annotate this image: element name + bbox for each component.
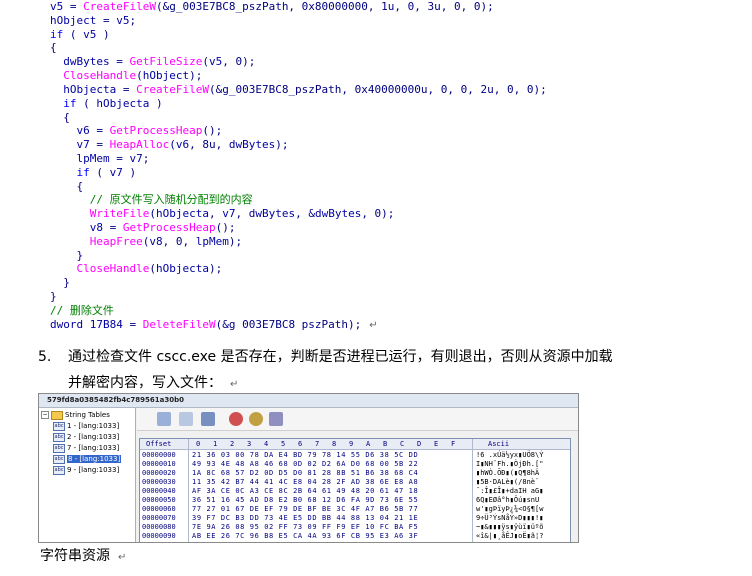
code-line: if ( hObjecta ) [63, 96, 163, 110]
step-paragraph: 5. 通过检查文件 cscc.exe 是否存在，判断是否进程已运行，有则退出，否则… [38, 344, 718, 398]
col-header: 4 [264, 440, 269, 448]
col-header: 6 [298, 440, 303, 448]
col-header: C [400, 440, 405, 448]
tree-root-string-tables[interactable]: − String Tables [41, 410, 110, 420]
col-header: 9 [349, 440, 354, 448]
paste-icon[interactable] [179, 412, 193, 426]
decompiled-code-block: v5 = CreateFileW(&g_003E7BC8_pszPath, 0x… [50, 0, 710, 332]
code-line: dword 17B84 = DeleteFileW(&g 003E7BC8 ps… [50, 317, 378, 331]
tree-item[interactable]: abc 9 - [lang:1033] [53, 465, 119, 475]
tree-item-selected[interactable]: abc 8 - [lang:1033] [53, 454, 122, 464]
code-line: v8 = GetProcessHeap(); [89, 221, 236, 234]
offset-header: Offset [146, 440, 172, 448]
tree-root-label: String Tables [65, 411, 110, 419]
code-line: } [50, 276, 70, 290]
search-icon[interactable] [249, 412, 263, 426]
ascii-header: Ascii [488, 440, 510, 448]
col-header: 3 [247, 440, 252, 448]
tree-item[interactable]: abc 1 - [lang:1033] [53, 421, 119, 431]
caption-text: 字符串资源 [40, 548, 110, 564]
code-line: HeapFree(v8, 0, lpMem); [89, 234, 243, 248]
col-header: 5 [281, 440, 286, 448]
code-line: if ( v5 ) [50, 27, 110, 41]
code-line: hObject = v5; [50, 13, 137, 27]
code-line: v5 = CreateFileW(&g_003E7BC8_pszPath, 0x… [50, 0, 494, 13]
figure-caption: 字符串资源 ↵ [40, 545, 126, 565]
hex-header: Offset 0 1 2 3 4 5 6 7 8 9 A B C D E F A… [140, 439, 570, 450]
collapse-icon[interactable]: − [41, 411, 49, 419]
step-number: 5. [38, 349, 52, 365]
step-line-1: 5. 通过检查文件 cscc.exe 是否存在，判断是否进程已运行，有则退出，否则… [38, 344, 718, 370]
tree-item[interactable]: abc 7 - [lang:1033] [53, 443, 119, 453]
col-header: 1 [213, 440, 218, 448]
resource-editor-screenshot: 579fd8a0385482fb4c789561a30b0 − String Ta… [38, 393, 579, 543]
paragraph-mark: ↵ [230, 379, 239, 390]
editor-toolbar [137, 408, 578, 431]
resource-tree[interactable]: − String Tables abc 1 - [lang:1033] abc 2 -… [39, 408, 136, 542]
col-header: A [366, 440, 371, 448]
col-header: 7 [315, 440, 320, 448]
code-line: { [50, 41, 57, 55]
code-line: hObjecta = CreateFileW(&g_003E7BC8_pszPa… [63, 82, 547, 96]
folder-icon [51, 410, 63, 420]
code-line: v7 = HeapAlloc(v6, 8u, dwBytes); [76, 138, 289, 152]
code-line: if ( v7 ) [76, 165, 137, 179]
paragraph-mark: ↵ [118, 552, 127, 563]
string-table-icon: abc [53, 443, 65, 453]
step-text-line2: 并解密内容，写入文件： [68, 375, 222, 391]
code-line: CloseHandle(hObject); [63, 69, 203, 83]
col-header: D [417, 440, 422, 448]
code-line: v6 = GetProcessHeap(); [76, 124, 223, 138]
code-line: WriteFile(hObjecta, v7, dwBytes, &dwByte… [89, 207, 395, 221]
undo-icon[interactable] [229, 412, 243, 426]
code-line: } [50, 290, 57, 304]
col-header: F [451, 440, 456, 448]
code-line: CloseHandle(hObjecta); [76, 262, 223, 276]
string-table-icon: abc [53, 421, 65, 431]
col-header: 0 [196, 440, 201, 448]
tree-item[interactable]: abc 2 - [lang:1033] [53, 432, 119, 442]
window-title: 579fd8a0385482fb4c789561a30b0 [39, 394, 578, 408]
code-line: dwBytes = GetFileSize(v5, 0); [63, 55, 256, 69]
string-table-icon: abc [53, 432, 65, 442]
col-header: 8 [332, 440, 337, 448]
col-header: E [434, 440, 439, 448]
hex-row[interactable]: 00000090 AB EE 26 7C 96 B8 E5 CA 4A 93 6F… [140, 531, 570, 541]
paragraph-mark: ↵ [369, 319, 378, 331]
code-comment: // 删除文件 [50, 303, 114, 317]
col-header: 2 [230, 440, 235, 448]
hex-view[interactable]: Offset 0 1 2 3 4 5 6 7 8 9 A B C D E F A… [139, 438, 571, 542]
code-line: lpMem = v7; [76, 151, 150, 165]
code-line: { [50, 110, 70, 124]
export-icon[interactable] [201, 412, 215, 426]
code-line: { [50, 179, 84, 193]
code-comment: // 原文件写入随机分配到的内容 [50, 193, 253, 207]
code-line: } [50, 248, 84, 262]
copy-icon[interactable] [157, 412, 171, 426]
string-table-icon: abc [53, 465, 65, 475]
find-next-icon[interactable] [269, 412, 283, 426]
col-header: B [383, 440, 388, 448]
step-text-line1: 通过检查文件 cscc.exe 是否存在，判断是否进程已运行，有则退出，否则从资… [68, 349, 613, 365]
string-table-icon: abc [53, 454, 65, 464]
